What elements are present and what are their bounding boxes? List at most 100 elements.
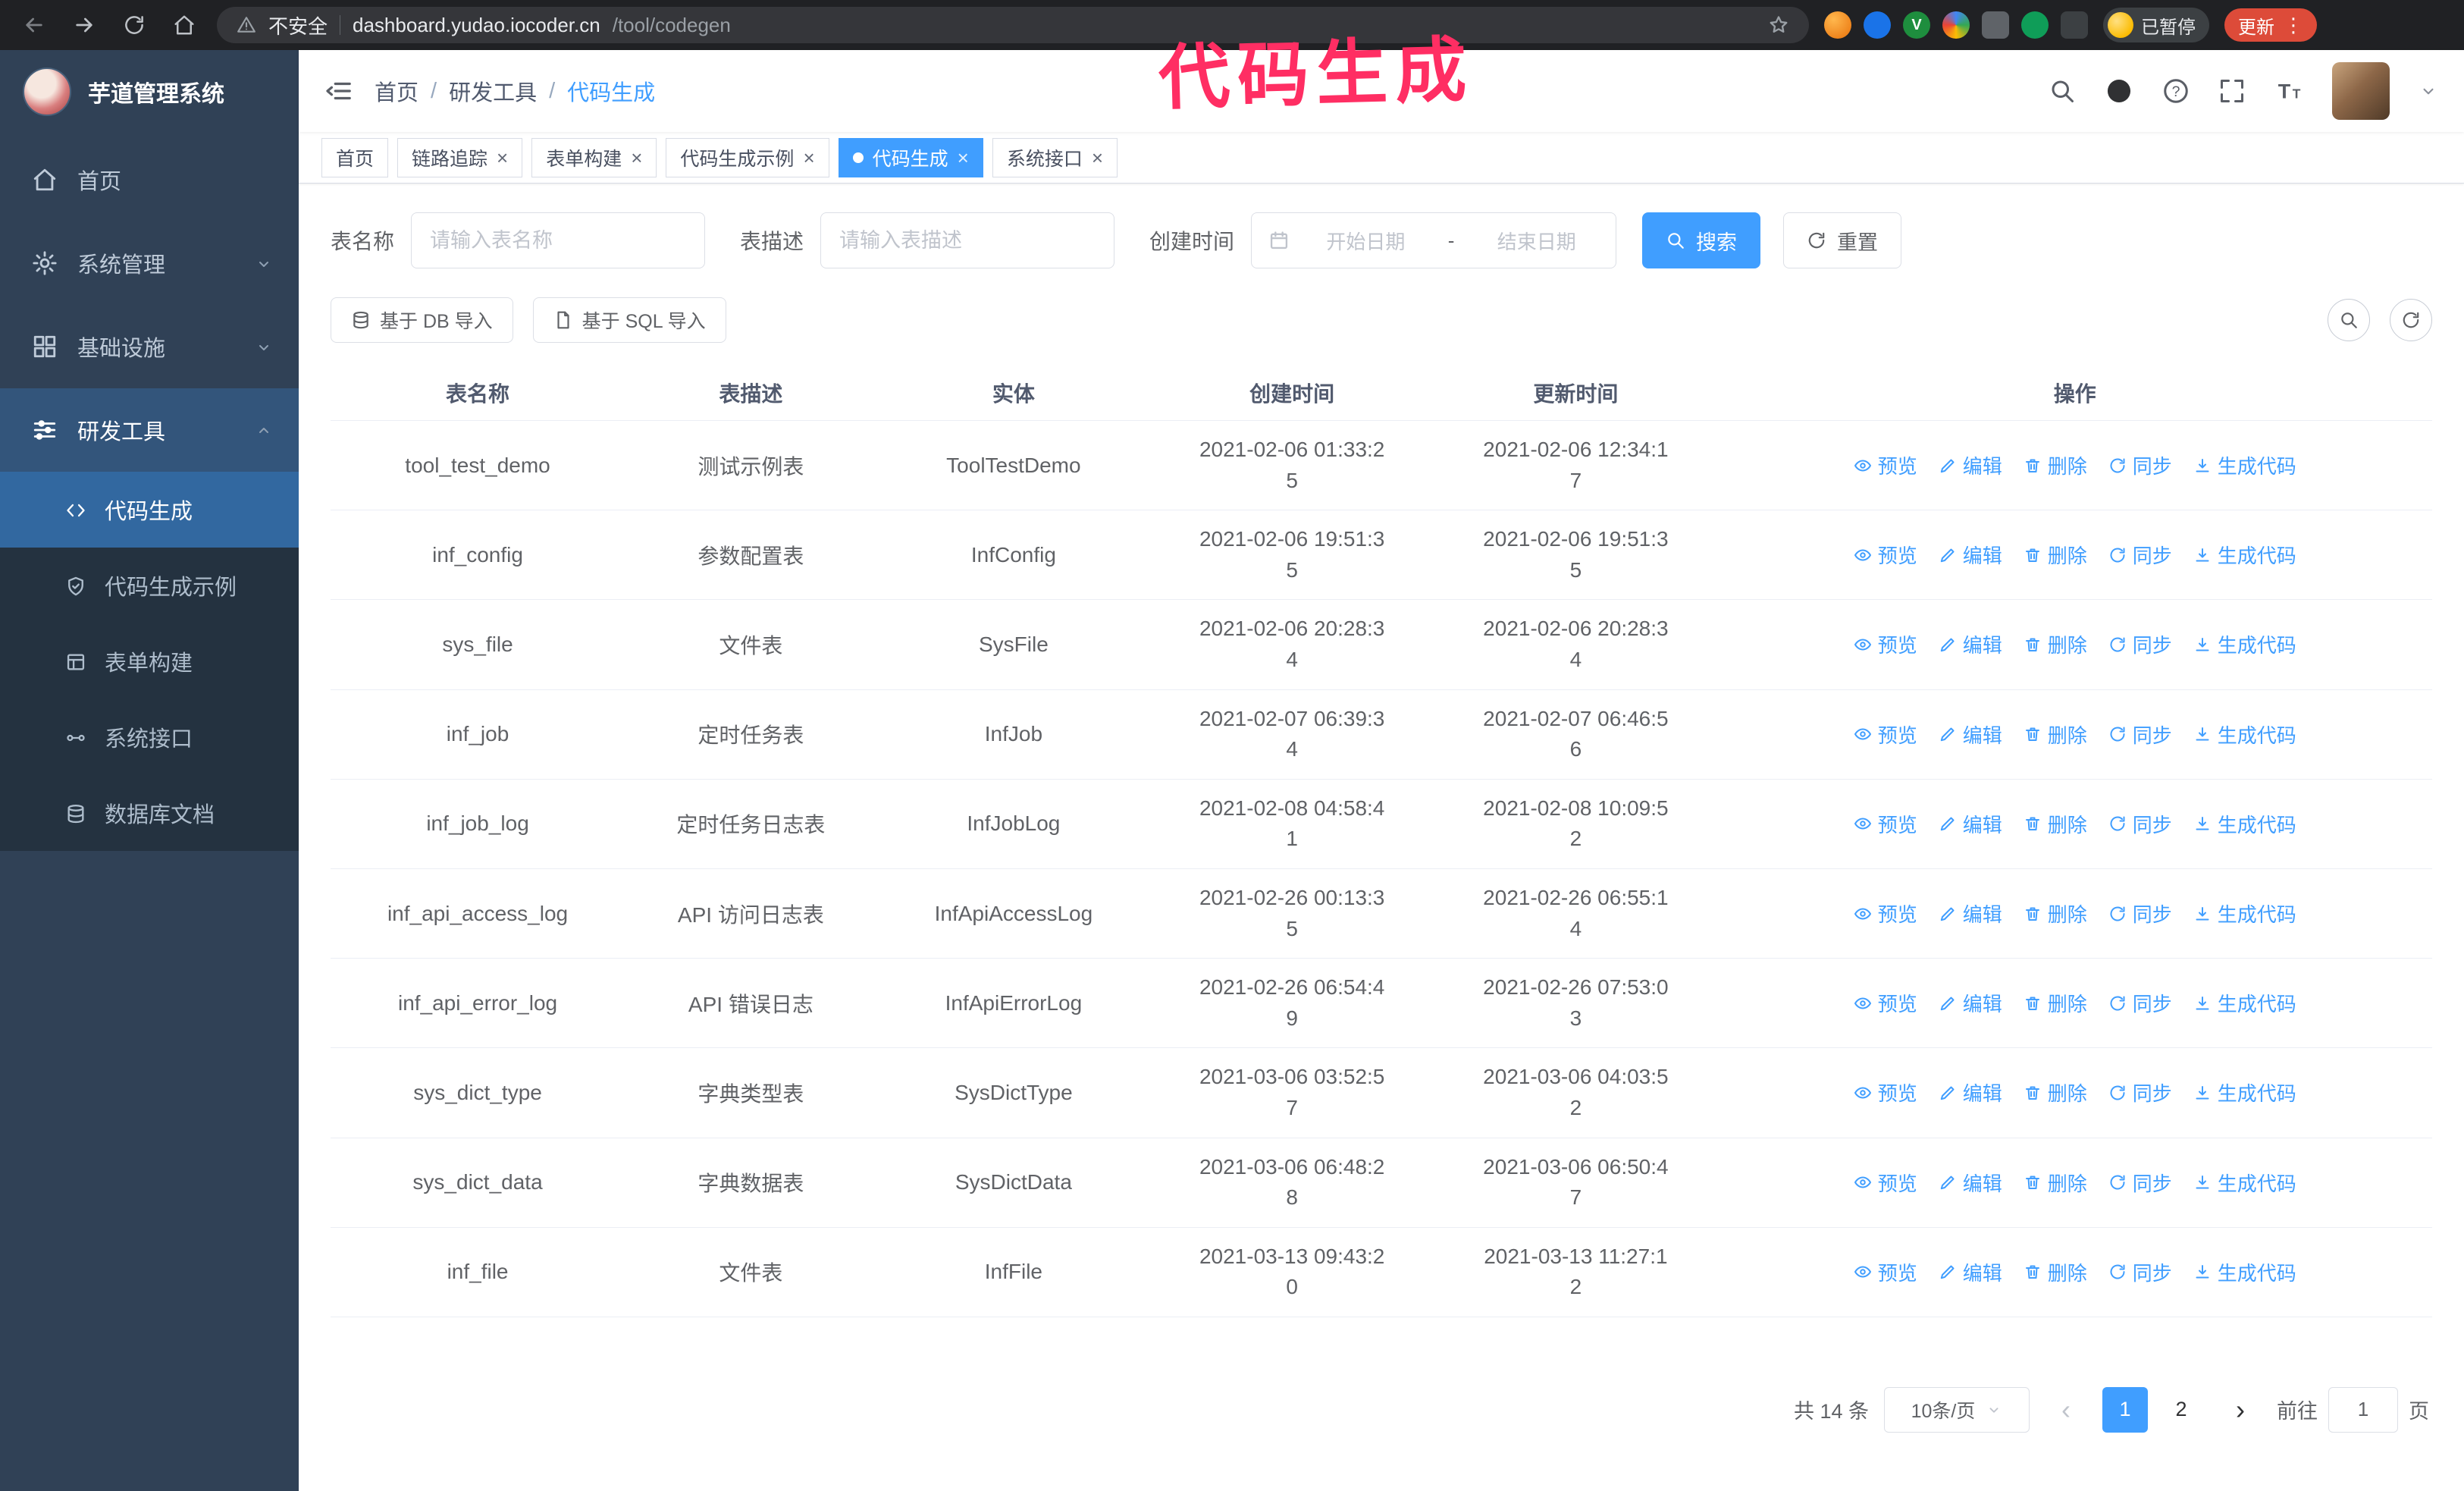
sidebar-item-表单构建[interactable]: 表单构建 <box>0 623 299 699</box>
extension-icon-6[interactable] <box>2021 11 2049 39</box>
help-icon[interactable]: ? <box>2162 77 2190 105</box>
action-sync[interactable]: 同步 <box>2108 989 2172 1017</box>
action-edit[interactable]: 编辑 <box>1939 630 2002 658</box>
browser-forward-icon[interactable] <box>67 8 102 42</box>
table-name-input[interactable] <box>411 212 706 268</box>
action-preview[interactable]: 预览 <box>1854 1258 1917 1286</box>
tab-代码生成示例[interactable]: 代码生成示例 × <box>666 137 829 177</box>
action-delete[interactable]: 删除 <box>2024 1078 2087 1106</box>
action-preview[interactable]: 预览 <box>1854 1169 1917 1197</box>
bookmark-star-icon[interactable] <box>1768 14 1789 36</box>
action-generate-code[interactable]: 生成代码 <box>2193 899 2296 928</box>
page-button-2[interactable]: 2 <box>2158 1387 2204 1433</box>
action-preview[interactable]: 预览 <box>1854 1078 1917 1106</box>
sidebar-item-数据库文档[interactable]: 数据库文档 <box>0 775 299 851</box>
user-avatar[interactable] <box>2332 62 2390 120</box>
search-button[interactable]: 搜索 <box>1642 212 1761 268</box>
tab-链路追踪[interactable]: 链路追踪 × <box>397 137 523 177</box>
action-delete[interactable]: 删除 <box>2024 451 2087 479</box>
action-generate-code[interactable]: 生成代码 <box>2193 1078 2296 1106</box>
action-delete[interactable]: 删除 <box>2024 989 2087 1017</box>
search-icon[interactable] <box>2049 77 2076 105</box>
sidebar-logo[interactable]: 芋道管理系统 <box>0 50 299 133</box>
action-edit[interactable]: 编辑 <box>1939 1169 2002 1197</box>
sidebar-item-系统管理[interactable]: 系统管理 <box>0 221 299 305</box>
sidebar-item-系统接口[interactable]: 系统接口 <box>0 699 299 775</box>
action-edit[interactable]: 编辑 <box>1939 720 2002 749</box>
action-edit[interactable]: 编辑 <box>1939 989 2002 1017</box>
browser-update-button[interactable]: 更新 ⋮ <box>2224 8 2317 42</box>
action-sync[interactable]: 同步 <box>2108 451 2172 479</box>
tab-首页[interactable]: 首页 <box>321 137 389 177</box>
action-generate-code[interactable]: 生成代码 <box>2193 451 2296 479</box>
action-generate-code[interactable]: 生成代码 <box>2193 989 2296 1017</box>
action-delete[interactable]: 删除 <box>2024 810 2087 838</box>
action-delete[interactable]: 删除 <box>2024 1169 2087 1197</box>
sidebar-item-代码生成示例[interactable]: 代码生成示例 <box>0 548 299 623</box>
close-icon[interactable]: × <box>1092 148 1103 168</box>
github-icon[interactable] <box>2105 77 2133 105</box>
breadcrumb-item[interactable]: 研发工具 <box>449 75 537 107</box>
extension-icon-4[interactable] <box>1942 11 1970 39</box>
next-page-button[interactable]: › <box>2219 1387 2262 1433</box>
puzzle-extension-icon[interactable] <box>2061 11 2088 39</box>
page-size-select[interactable]: 10条/页 <box>1884 1386 2030 1433</box>
action-preview[interactable]: 预览 <box>1854 630 1917 658</box>
action-preview[interactable]: 预览 <box>1854 899 1917 928</box>
action-generate-code[interactable]: 生成代码 <box>2193 1169 2296 1197</box>
table-desc-input[interactable] <box>820 212 1115 268</box>
action-generate-code[interactable]: 生成代码 <box>2193 720 2296 749</box>
security-label[interactable]: 不安全 <box>268 11 328 39</box>
action-edit[interactable]: 编辑 <box>1939 451 2002 479</box>
action-generate-code[interactable]: 生成代码 <box>2193 541 2296 569</box>
import-sql-button[interactable]: 基于 SQL 导入 <box>532 297 726 343</box>
action-delete[interactable]: 删除 <box>2024 630 2087 658</box>
address-bar[interactable]: 不安全 dashboard.yudao.iocoder.cn/tool/code… <box>217 7 1809 43</box>
action-delete[interactable]: 删除 <box>2024 720 2087 749</box>
close-icon[interactable]: × <box>497 148 508 168</box>
sidebar-item-基础设施[interactable]: 基础设施 <box>0 305 299 388</box>
extension-icon-3[interactable]: V <box>1903 11 1930 39</box>
action-edit[interactable]: 编辑 <box>1939 1258 2002 1286</box>
fullscreen-icon[interactable] <box>2218 77 2246 105</box>
sidebar-item-代码生成[interactable]: 代码生成 <box>0 472 299 548</box>
extension-icon-2[interactable] <box>1864 11 1891 39</box>
action-delete[interactable]: 删除 <box>2024 1258 2087 1286</box>
extension-icon-5[interactable] <box>1982 11 2009 39</box>
action-generate-code[interactable]: 生成代码 <box>2193 810 2296 838</box>
action-sync[interactable]: 同步 <box>2108 541 2172 569</box>
browser-home-icon[interactable] <box>167 8 202 42</box>
prev-page-button[interactable]: ‹ <box>2045 1387 2087 1433</box>
goto-page-input[interactable] <box>2328 1386 2398 1433</box>
action-sync[interactable]: 同步 <box>2108 720 2172 749</box>
action-sync[interactable]: 同步 <box>2108 899 2172 928</box>
refresh-table-button[interactable] <box>2390 299 2432 341</box>
collapse-sidebar-icon[interactable] <box>324 77 353 105</box>
browser-menu-icon[interactable]: ⋮ <box>2284 14 2303 37</box>
action-delete[interactable]: 删除 <box>2024 541 2087 569</box>
import-db-button[interactable]: 基于 DB 导入 <box>331 297 513 343</box>
browser-profile-button[interactable]: 已暂停 <box>2103 8 2209 42</box>
action-sync[interactable]: 同步 <box>2108 1169 2172 1197</box>
action-sync[interactable]: 同步 <box>2108 630 2172 658</box>
breadcrumb-item[interactable]: 首页 <box>375 75 419 107</box>
action-preview[interactable]: 预览 <box>1854 720 1917 749</box>
action-edit[interactable]: 编辑 <box>1939 810 2002 838</box>
action-delete[interactable]: 删除 <box>2024 899 2087 928</box>
action-preview[interactable]: 预览 <box>1854 541 1917 569</box>
tab-系统接口[interactable]: 系统接口 × <box>992 137 1118 177</box>
close-icon[interactable]: × <box>958 148 969 168</box>
close-icon[interactable]: × <box>803 148 814 168</box>
chevron-down-icon[interactable] <box>2419 81 2438 101</box>
action-preview[interactable]: 预览 <box>1854 451 1917 479</box>
page-button-1[interactable]: 1 <box>2102 1386 2148 1433</box>
action-sync[interactable]: 同步 <box>2108 810 2172 838</box>
tab-表单构建[interactable]: 表单构建 × <box>531 137 657 177</box>
action-sync[interactable]: 同步 <box>2108 1258 2172 1286</box>
action-preview[interactable]: 预览 <box>1854 989 1917 1017</box>
sidebar-item-研发工具[interactable]: 研发工具 <box>0 388 299 472</box>
browser-reload-icon[interactable] <box>117 8 152 42</box>
action-generate-code[interactable]: 生成代码 <box>2193 630 2296 658</box>
toggle-search-button[interactable] <box>2328 299 2370 341</box>
action-edit[interactable]: 编辑 <box>1939 899 2002 928</box>
